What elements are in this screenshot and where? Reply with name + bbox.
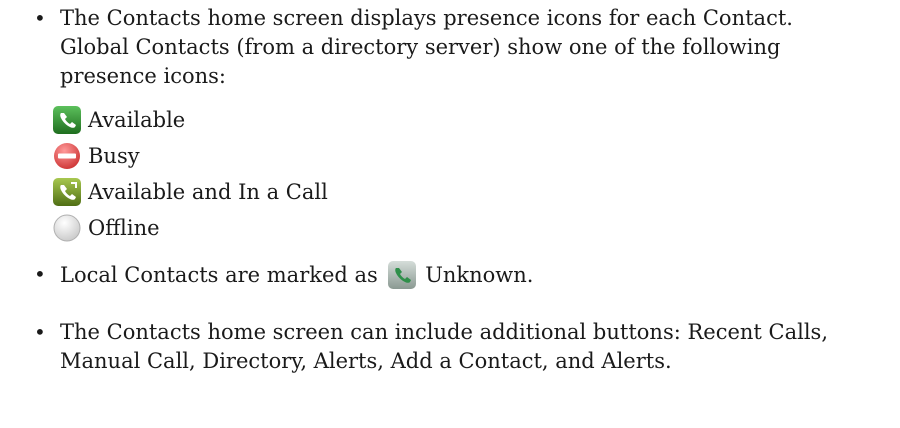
presence-row-available: Available (52, 102, 185, 138)
presence-row-busy: Busy (52, 138, 140, 174)
offline-gray-icon (53, 214, 81, 242)
presence-label-in-call: Available and In a Call (88, 179, 328, 204)
local-contacts-suffix: Unknown. (425, 263, 534, 287)
bullet-marker: • (34, 262, 46, 286)
intro-line-1: The Contacts home screen displays presen… (60, 6, 793, 30)
presence-row-offline: Offline (52, 210, 160, 246)
bullet-marker: • (34, 6, 46, 30)
presence-label-available: Available (88, 107, 186, 132)
phone-gray-icon (387, 261, 416, 289)
buttons-line-1: The Contacts home screen can include add… (60, 320, 829, 344)
presence-label-offline: Offline (88, 215, 160, 240)
intro-line-3: presence icons: (60, 64, 227, 88)
presence-row-in-call: Available and In a Call (52, 174, 328, 210)
presence-label-busy: Busy (88, 143, 140, 168)
intro-line-2: Global Contacts (from a directory server… (60, 35, 781, 59)
intro-paragraph: The Contacts home screen displays presen… (60, 4, 880, 91)
buttons-paragraph: The Contacts home screen can include add… (60, 318, 880, 376)
local-contacts-prefix: Local Contacts are marked as (60, 263, 378, 287)
buttons-line-2: Manual Call, Directory, Alerts, Add a Co… (60, 349, 672, 373)
phone-in-call-icon (53, 178, 81, 206)
phone-green-icon (53, 106, 81, 134)
bullet-marker: • (34, 320, 46, 344)
local-contacts-line: Local Contacts are marked as Unknown. (60, 260, 880, 290)
busy-red-icon (54, 143, 80, 169)
